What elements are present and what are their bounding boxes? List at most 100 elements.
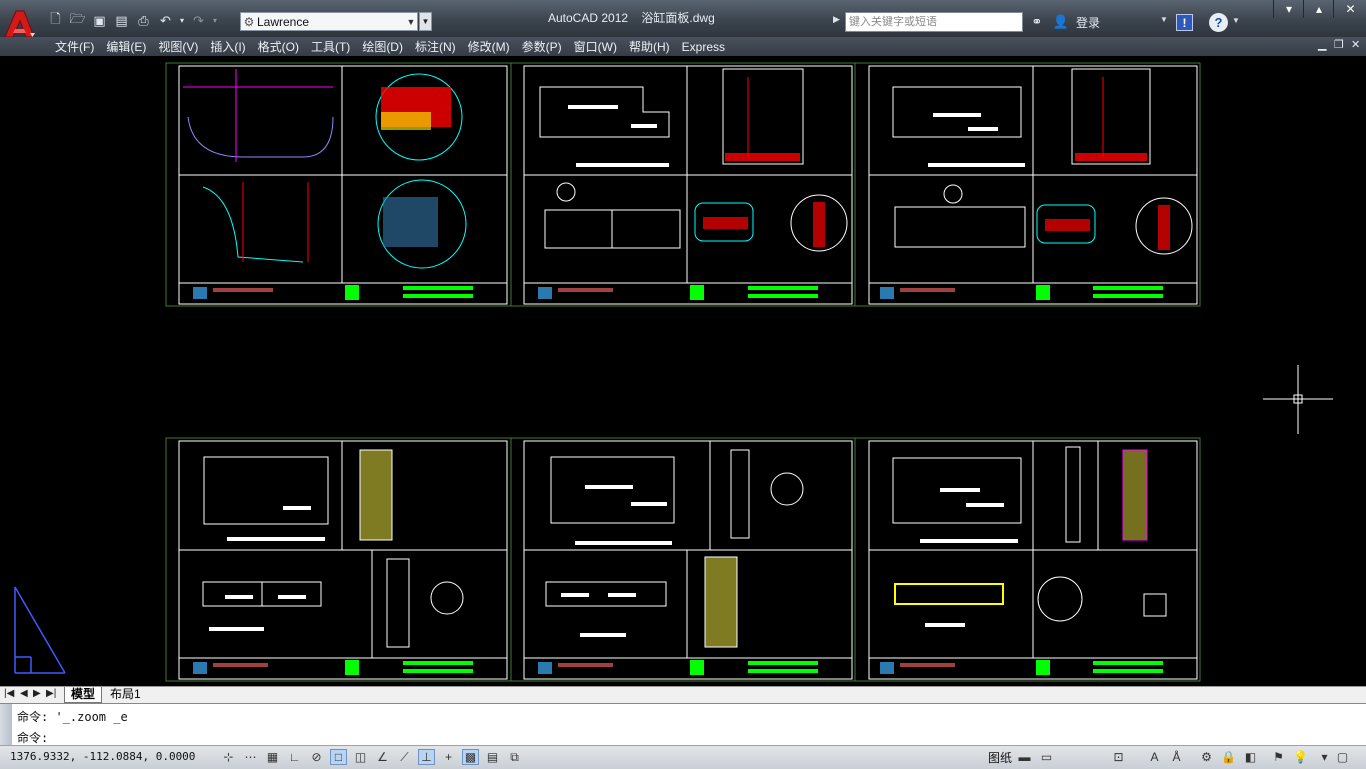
- menu-format[interactable]: 格式(O): [258, 38, 311, 55]
- 3d-osnap-icon[interactable]: ◫: [352, 749, 369, 765]
- doc-minimize-icon[interactable]: ▁: [1318, 38, 1326, 51]
- ortho-mode-icon[interactable]: ∟: [286, 749, 303, 765]
- sheet-bottom-3: [854, 437, 1201, 682]
- paper-model-toggle[interactable]: 图纸: [988, 749, 1012, 766]
- infocenter: ⚭ 👤 登录: [1028, 13, 1100, 31]
- menu-modify[interactable]: 修改(M): [468, 38, 522, 55]
- command-input[interactable]: 命令:: [17, 729, 48, 746]
- login-dropdown-icon[interactable]: ▼: [1160, 15, 1168, 24]
- workspace-switch-icon[interactable]: ⚙: [1198, 749, 1215, 765]
- dynamic-input-icon[interactable]: ⊥: [418, 749, 435, 765]
- menu-tools[interactable]: 工具(T): [311, 38, 362, 55]
- undo-dropdown-icon[interactable]: ▾: [178, 11, 186, 30]
- menu-insert[interactable]: 插入(I): [210, 38, 257, 55]
- first-tab-icon[interactable]: |◀: [4, 688, 14, 699]
- hardware-acceleration-icon[interactable]: ◧: [1242, 749, 1259, 765]
- app-name: AutoCAD 2012: [548, 11, 629, 25]
- menu-help[interactable]: 帮助(H): [629, 38, 682, 55]
- binoculars-icon[interactable]: ⚭: [1028, 13, 1046, 31]
- customize-qat-button[interactable]: ▼: [419, 12, 432, 31]
- object-tracking-icon[interactable]: ∠: [374, 749, 391, 765]
- menu-express[interactable]: Express: [682, 40, 737, 54]
- restore-icon[interactable]: ▴: [1303, 0, 1334, 18]
- last-tab-icon[interactable]: ▶|: [46, 688, 56, 699]
- menu-edit[interactable]: 编辑(E): [106, 38, 158, 55]
- chevron-down-icon: ▼: [406, 16, 416, 27]
- quick-properties-icon[interactable]: ▤: [484, 749, 501, 765]
- menu-file[interactable]: 文件(F): [55, 38, 106, 55]
- user-icon[interactable]: 👤: [1052, 13, 1070, 31]
- menu-dimension[interactable]: 标注(N): [415, 38, 468, 55]
- next-tab-icon[interactable]: ▶: [33, 688, 41, 699]
- plot-icon[interactable]: ⎙: [134, 11, 153, 30]
- selection-cycling-icon[interactable]: ⧉: [506, 749, 523, 765]
- drawing-svg: [14, 62, 1333, 682]
- saveas-icon[interactable]: ▤: [112, 11, 131, 30]
- sheet-top-2: [510, 62, 856, 307]
- menu-draw[interactable]: 绘图(D): [362, 38, 415, 55]
- close-icon[interactable]: ✕: [1333, 0, 1366, 18]
- isolate-objects-icon[interactable]: ⚑: [1270, 749, 1287, 765]
- file-name: 浴缸面板.dwg: [641, 11, 715, 25]
- new-icon[interactable]: 🗋: [46, 11, 65, 30]
- grid-display-icon[interactable]: ▦: [264, 749, 281, 765]
- command-window: 命令: '_.zoom _e 命令:: [0, 703, 1366, 746]
- status-menu-icon[interactable]: ▾: [1316, 749, 1333, 765]
- menu-bar: 文件(F) 编辑(E) 视图(V) 插入(I) 格式(O) 工具(T) 绘图(D…: [0, 37, 1366, 56]
- minimize-icon[interactable]: ▾: [1273, 0, 1304, 18]
- transparency-icon[interactable]: ▩: [462, 749, 479, 765]
- window-title: AutoCAD 2012 浴缸面板.dwg: [548, 9, 715, 26]
- autocad-logo-icon: [4, 10, 35, 38]
- drawing-canvas[interactable]: [3, 57, 1366, 685]
- tab-layout1[interactable]: 布局1: [104, 687, 147, 702]
- sheet-top-3: [854, 62, 1201, 307]
- redo-dropdown-icon[interactable]: ▾: [211, 11, 219, 30]
- menu-window[interactable]: 窗口(W): [574, 38, 629, 55]
- help-search-input[interactable]: 键入关键字或短语: [845, 12, 1023, 32]
- doc-restore-icon[interactable]: ❐: [1334, 38, 1344, 51]
- coordinate-readout[interactable]: 1376.9332, -112.0884, 0.0000: [10, 750, 195, 763]
- maximize-viewport-icon[interactable]: ⊡: [1110, 749, 1127, 765]
- lock-icon[interactable]: 🔒: [1220, 749, 1237, 765]
- lightbulb-icon[interactable]: 💡: [1292, 749, 1309, 765]
- help-icon[interactable]: ?: [1209, 13, 1228, 32]
- lineweight-icon[interactable]: +: [440, 749, 457, 765]
- command-grip[interactable]: [0, 704, 12, 746]
- sheet-top-1: [165, 62, 512, 307]
- object-snap-icon[interactable]: □: [330, 749, 347, 765]
- help-dropdown-icon[interactable]: ▼: [1232, 16, 1240, 25]
- search-expand-icon[interactable]: ▶: [833, 14, 840, 25]
- doc-close-icon[interactable]: ✕: [1351, 38, 1360, 51]
- quick-view-layouts-icon[interactable]: ▭: [1038, 749, 1055, 765]
- status-bar: 1376.9332, -112.0884, 0.0000 ⊹ ⋯ ▦ ∟ ⊘ □…: [0, 745, 1366, 769]
- clean-screen-icon[interactable]: ▢: [1334, 749, 1351, 765]
- open-icon[interactable]: 🗁: [68, 11, 87, 30]
- command-history: 命令: '_.zoom _e: [17, 710, 128, 724]
- prev-tab-icon[interactable]: ◀: [20, 688, 28, 699]
- workspace-value: Lawrence: [257, 14, 310, 29]
- polar-tracking-icon[interactable]: ⊘: [308, 749, 325, 765]
- crosshair-cursor: [1263, 365, 1333, 434]
- workspace-select[interactable]: ⚙ Lawrence ▼: [240, 12, 418, 31]
- ucs-icon: [14, 586, 66, 674]
- annotation-visibility-icon[interactable]: Å: [1168, 749, 1185, 765]
- menu-view[interactable]: 视图(V): [158, 38, 210, 55]
- dynamic-ucs-icon[interactable]: ⟋: [396, 749, 413, 765]
- infer-constraints-icon[interactable]: ⊹: [220, 749, 237, 765]
- exchange-icon[interactable]: !: [1176, 14, 1193, 31]
- snap-mode-icon[interactable]: ⋯: [242, 749, 259, 765]
- annotation-scale-icon[interactable]: A: [1146, 749, 1163, 765]
- menu-parametric[interactable]: 参数(P): [522, 38, 574, 55]
- quick-access-toolbar: 🗋 🗁 ▣ ▤ ⎙ ↶ ▾ ↷ ▾: [46, 11, 219, 30]
- login-link[interactable]: 登录: [1076, 14, 1100, 31]
- redo-icon[interactable]: ↷: [189, 11, 208, 30]
- save-icon[interactable]: ▣: [90, 11, 109, 30]
- sheet-bottom-2: [510, 437, 856, 682]
- layout-model-icon[interactable]: ▬: [1016, 749, 1033, 765]
- undo-icon[interactable]: ↶: [156, 11, 175, 30]
- gear-icon: ⚙: [243, 14, 255, 29]
- sheet-bottom-1: [165, 437, 512, 682]
- title-bar: 🗋 🗁 ▣ ▤ ⎙ ↶ ▾ ↷ ▾ ⚙ Lawrence ▼ ▼ AutoCAD…: [0, 0, 1366, 38]
- tab-model[interactable]: 模型: [64, 687, 103, 703]
- layout-tabs: |◀ ◀ ▶ ▶| 模型 布局1: [0, 686, 1366, 703]
